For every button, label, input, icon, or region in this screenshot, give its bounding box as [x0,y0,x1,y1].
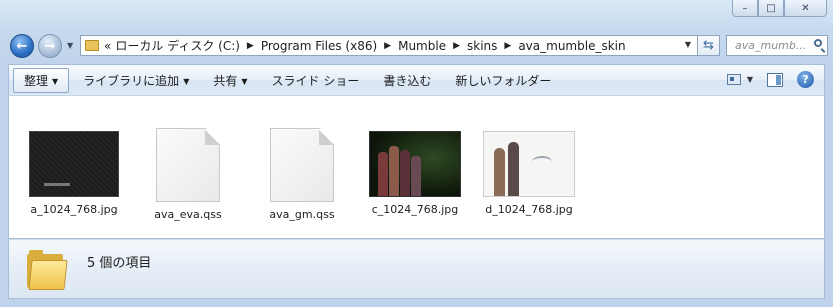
folder-icon [85,40,99,51]
breadcrumb-item[interactable]: Program Files (x86) [261,39,377,53]
address-dropdown-icon[interactable]: ▼ [685,40,691,49]
maximize-icon: □ [766,2,776,14]
breadcrumb-chevron-icon[interactable]: ▶ [384,41,391,51]
file-item[interactable]: c_1024_768.jpg [360,128,470,216]
dropdown-arrow-icon: ▼ [52,76,59,86]
add-to-library-label: ライブラリに追加 [83,73,180,88]
minimize-icon: – [742,2,748,14]
help-icon[interactable]: ? [797,71,814,88]
details-pane: 5 個の項目 [8,239,825,299]
new-folder-label: 新しいフォルダー [455,73,552,88]
image-thumbnail [369,131,461,197]
explorer-window: – □ ✕ ← → ▼ « ローカル ディスク (C:) ▶ Program F… [0,0,833,307]
view-controls: ▼ ? [726,71,814,88]
back-arrow-icon: ← [16,38,28,54]
breadcrumb-item[interactable]: skins [467,39,497,53]
file-name: ava_gm.qss [269,208,335,221]
file-list[interactable]: a_1024_768.jpg ava_eva.qss ava_gm.qss c_… [8,95,825,239]
forward-arrow-icon: → [44,38,56,54]
file-item[interactable]: a_1024_768.jpg [19,128,129,216]
file-name: d_1024_768.jpg [485,203,573,216]
caption-buttons: – □ ✕ [732,0,827,17]
share-label: 共有 [213,73,238,88]
address-bar[interactable]: « ローカル ディスク (C:) ▶ Program Files (x86) ▶… [80,35,698,56]
file-item[interactable]: d_1024_768.jpg [474,128,584,216]
preview-pane-icon[interactable] [767,72,783,87]
image-thumbnail [483,131,575,197]
organize-label: 整理 [24,73,49,88]
document-icon [156,128,220,202]
breadcrumb-item[interactable]: Mumble [398,39,446,53]
organize-button[interactable]: 整理 ▼ [13,67,70,93]
file-name: a_1024_768.jpg [30,203,118,216]
breadcrumb-chevron-icon[interactable]: ▶ [504,41,511,51]
image-thumbnail [29,131,119,197]
file-item[interactable]: ava_gm.qss [247,128,357,221]
search-icon [814,39,822,47]
burn-button[interactable]: 書き込む [373,68,441,93]
command-bar: 整理 ▼ ライブラリに追加 ▼ 共有 ▼ スライド ショー 書き込む 新しいフォルダー… [8,64,825,95]
back-button[interactable]: ← [10,34,34,58]
breadcrumb-item[interactable]: ローカル ディスク (C:) [115,37,240,54]
add-to-library-button[interactable]: ライブラリに追加 ▼ [73,68,199,93]
change-view-icon[interactable] [726,74,741,85]
maximize-button[interactable]: □ [758,0,784,17]
forward-button[interactable]: → [38,34,62,58]
recent-pages-dropdown-icon[interactable]: ▼ [67,41,73,50]
new-folder-button[interactable]: 新しいフォルダー [445,68,561,93]
file-name: ava_eva.qss [154,208,222,221]
burn-label: 書き込む [383,73,432,88]
breadcrumb-chevron-icon[interactable]: ▶ [453,41,460,51]
slideshow-button[interactable]: スライド ショー [262,68,370,93]
search-placeholder: ava_mumb... [735,39,807,52]
document-icon [270,128,334,202]
file-item[interactable]: ava_eva.qss [133,128,243,221]
breadcrumb-item[interactable]: ava_mumble_skin [518,39,625,53]
close-icon: ✕ [801,2,810,14]
folder-icon [27,250,68,290]
minimize-button[interactable]: – [732,0,758,17]
breadcrumb-overflow[interactable]: « [104,39,111,53]
refresh-button[interactable]: ⇆ [698,35,720,56]
close-button[interactable]: ✕ [784,0,827,17]
dropdown-arrow-icon: ▼ [241,76,248,86]
breadcrumb-chevron-icon[interactable]: ▶ [247,41,254,51]
item-count: 5 個の項目 [87,256,152,271]
refresh-icon: ⇆ [703,38,714,53]
navigation-bar: ← → ▼ « ローカル ディスク (C:) ▶ Program Files (… [10,32,828,60]
share-button[interactable]: 共有 ▼ [203,68,257,93]
file-name: c_1024_768.jpg [371,203,459,216]
slideshow-label: スライド ショー [271,73,360,88]
view-dropdown-icon[interactable]: ▼ [747,75,753,84]
search-input[interactable]: ava_mumb... [726,35,828,56]
dropdown-arrow-icon: ▼ [183,76,190,86]
